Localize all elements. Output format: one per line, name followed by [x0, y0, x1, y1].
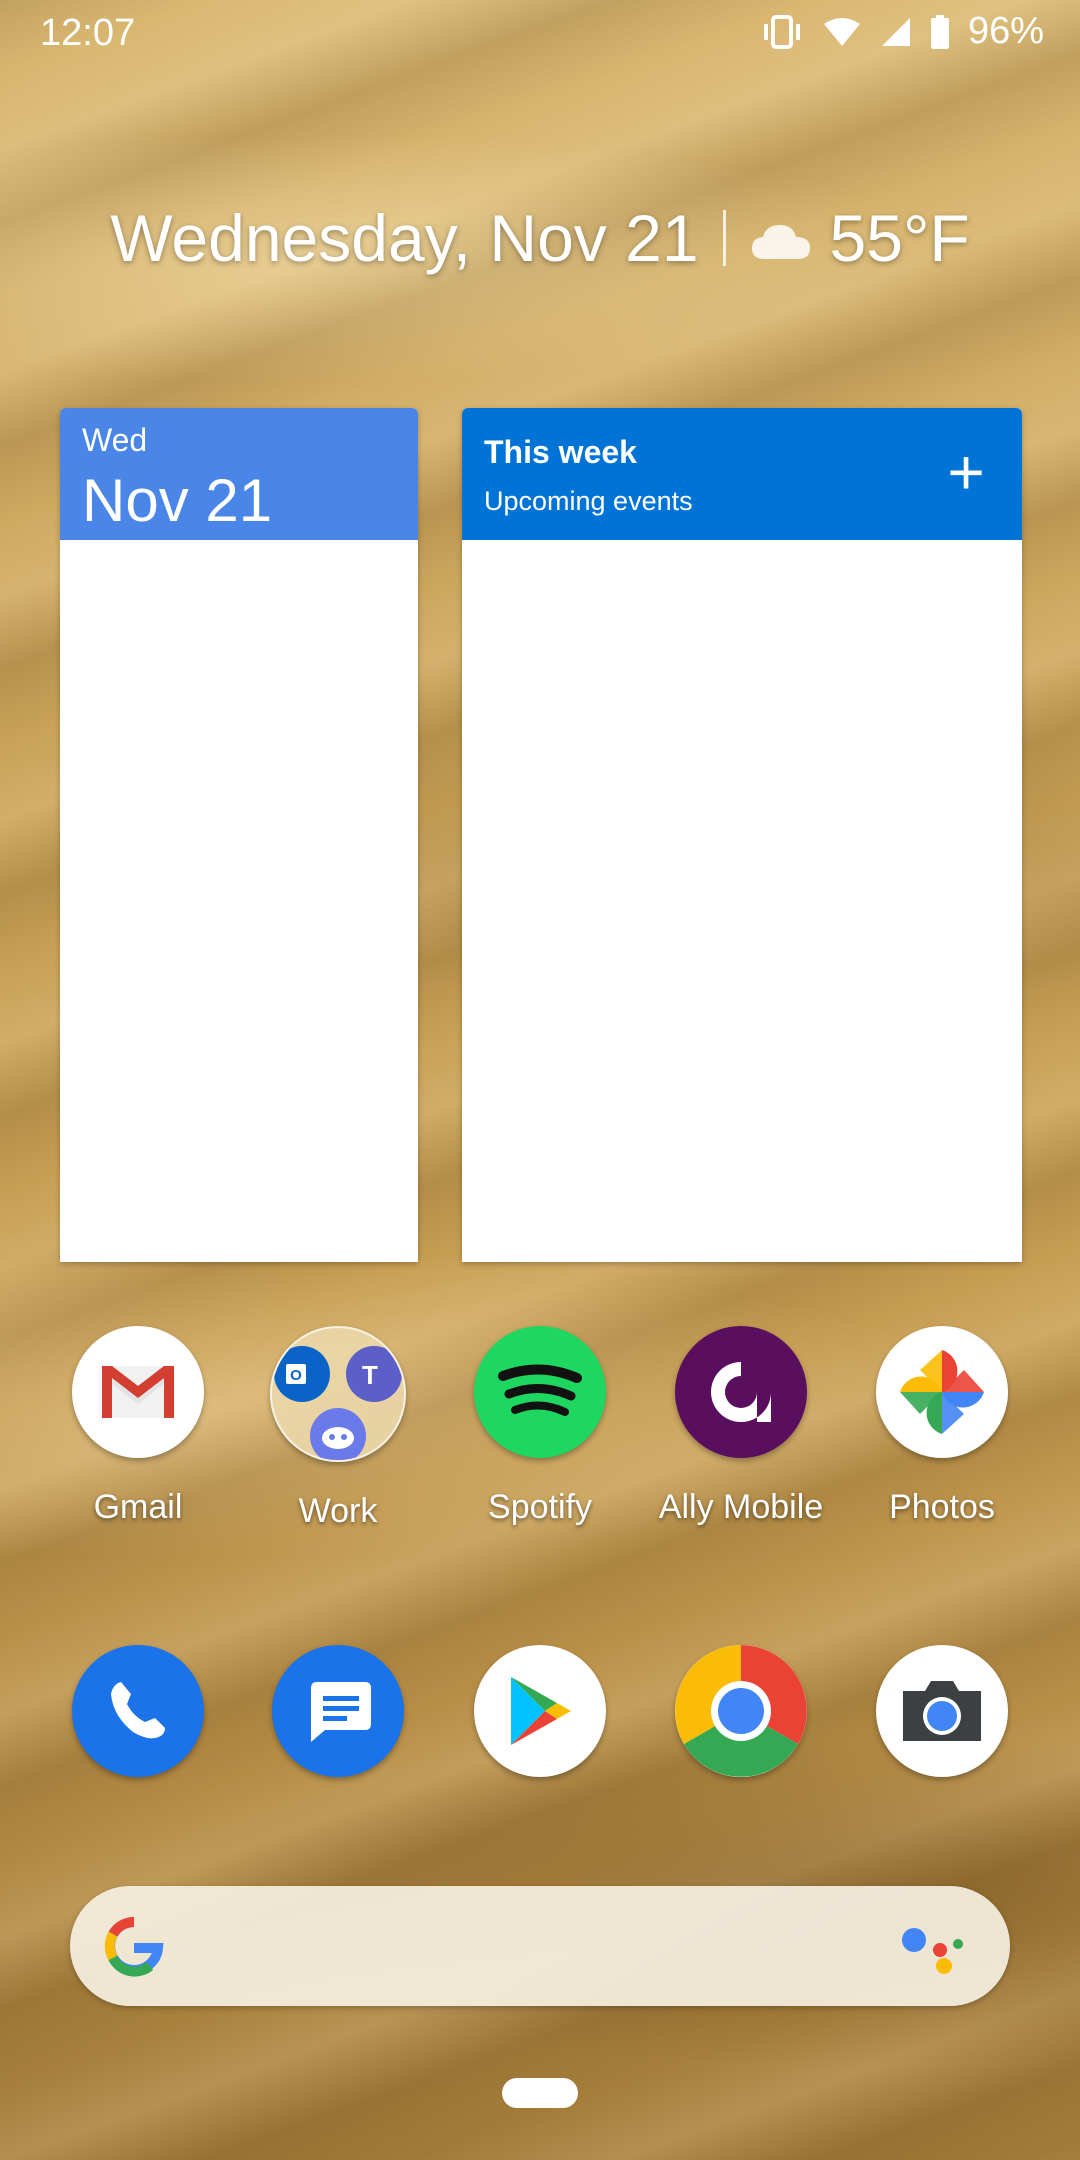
- at-a-glance[interactable]: Wednesday, Nov 21 55°F: [0, 200, 1080, 276]
- glance-weather[interactable]: 55°F: [750, 200, 970, 276]
- phone-icon[interactable]: [72, 1645, 204, 1777]
- app-spotify[interactable]: Spotify: [440, 1326, 640, 1527]
- app-label: Gmail: [93, 1488, 183, 1526]
- app-chrome[interactable]: [641, 1645, 841, 1777]
- svg-text:O: O: [290, 1367, 302, 1384]
- glance-divider: [722, 210, 726, 266]
- battery-percent: 96%: [967, 10, 1044, 52]
- cloud-icon: [750, 200, 812, 276]
- app-messages[interactable]: [238, 1645, 438, 1777]
- messages-icon[interactable]: [272, 1645, 404, 1777]
- app-label: Work: [298, 1492, 378, 1530]
- calendar-widget[interactable]: Wed Nov 21: [60, 408, 418, 1262]
- week-subtitle: Upcoming events: [484, 486, 693, 516]
- app-work-folder[interactable]: O T Work: [238, 1326, 438, 1531]
- glance-date[interactable]: Wednesday, Nov 21: [110, 200, 698, 276]
- app-photos[interactable]: Photos: [842, 1326, 1042, 1527]
- app-play-store[interactable]: [440, 1645, 640, 1777]
- week-events-widget[interactable]: This week Upcoming events +: [462, 408, 1022, 1262]
- vibrate-icon: [760, 14, 804, 49]
- app-label: Spotify: [488, 1488, 592, 1526]
- photos-icon[interactable]: [876, 1326, 1008, 1458]
- week-title: This week: [484, 434, 637, 470]
- status-bar: 12:07 96%: [0, 0, 1080, 66]
- calendar-date: Nov 21: [82, 467, 273, 534]
- status-time: 12:07: [40, 12, 136, 54]
- calendar-day: Wed: [82, 422, 148, 458]
- google-g-icon[interactable]: [100, 1912, 168, 1985]
- svg-text:T: T: [362, 1360, 378, 1390]
- app-camera[interactable]: [842, 1645, 1042, 1777]
- glance-temperature: 55°F: [829, 201, 970, 275]
- google-search-bar[interactable]: [70, 1886, 1010, 2006]
- spotify-icon[interactable]: [474, 1326, 606, 1458]
- wifi-icon: [822, 16, 862, 48]
- status-icons: 96%: [760, 10, 1044, 53]
- app-phone[interactable]: [38, 1645, 238, 1777]
- battery-icon: [930, 14, 950, 49]
- play-store-icon[interactable]: [474, 1645, 606, 1777]
- app-gmail[interactable]: Gmail: [38, 1326, 238, 1527]
- home-gesture-pill[interactable]: [502, 2078, 578, 2108]
- camera-icon[interactable]: [876, 1645, 1008, 1777]
- gmail-icon[interactable]: [72, 1326, 204, 1458]
- app-label: Ally Mobile: [658, 1488, 824, 1526]
- signal-icon: [880, 16, 912, 48]
- folder-icon[interactable]: O T: [270, 1326, 406, 1462]
- assistant-icon[interactable]: [900, 1926, 970, 1976]
- app-ally-mobile[interactable]: Ally Mobile: [641, 1326, 841, 1527]
- chrome-icon[interactable]: [675, 1645, 807, 1777]
- app-label: Photos: [889, 1488, 995, 1526]
- add-event-button[interactable]: +: [936, 440, 996, 504]
- ally-icon[interactable]: [675, 1326, 807, 1458]
- calendar-widget-header[interactable]: Wed Nov 21: [60, 408, 418, 540]
- week-widget-header: This week Upcoming events +: [462, 408, 1022, 540]
